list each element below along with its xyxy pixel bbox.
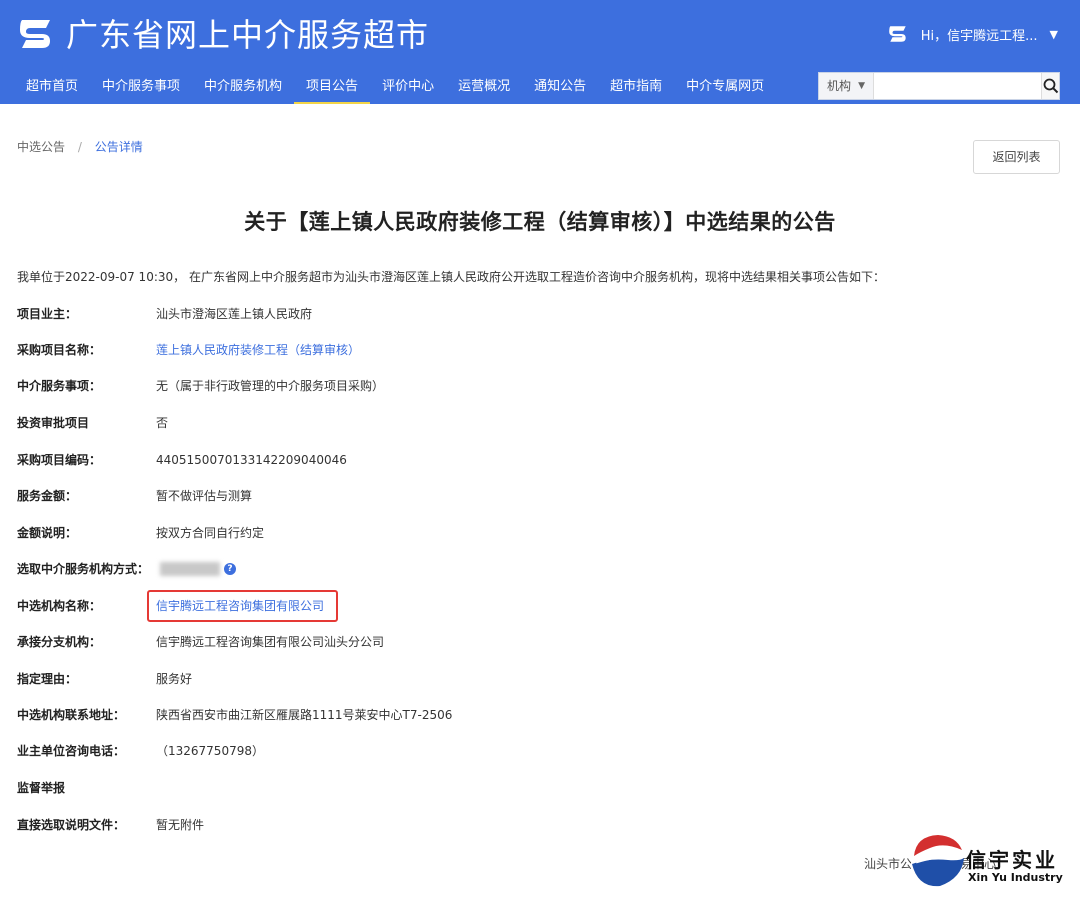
main-nav: 超市首页 中介服务事项 中介服务机构 项目公告 评价中心 运营概况 通知公告 超… <box>14 72 776 104</box>
chevron-down-icon[interactable]: ▼ <box>1050 28 1058 41</box>
field-label: 业主单位咨询电话： <box>17 744 126 758</box>
nav-item-agency-pages[interactable]: 中介专属网页 <box>674 72 776 104</box>
watermark-en: Xin Yu Industry <box>968 871 1063 884</box>
back-to-list-button[interactable]: 返回列表 <box>973 140 1060 174</box>
field-label: 采购项目编码： <box>17 453 102 467</box>
field-value: 汕头市澄海区莲上镇人民政府 <box>156 307 313 321</box>
nav-item-notices[interactable]: 通知公告 <box>522 72 598 104</box>
field-value: 陕西省西安市曲江新区雁展路1111号莱安中心T7-2506 <box>156 708 453 722</box>
watermark-logo-icon <box>911 835 964 887</box>
field-label: 中选机构名称： <box>17 599 102 613</box>
site-logo-icon[interactable] <box>16 14 56 54</box>
field-value: 暂不做评估与测算 <box>156 489 253 503</box>
field-value: 暂无附件 <box>156 818 205 832</box>
field-value: 按双方合同自行约定 <box>156 526 265 540</box>
nav-item-evaluation[interactable]: 评价中心 <box>370 72 446 104</box>
project-name-link[interactable]: 莲上镇人民政府装修工程（结算审核） <box>156 340 360 360</box>
field-label: 金额说明： <box>17 526 78 540</box>
breadcrumb-separator: / <box>77 140 82 154</box>
field-label: 项目业主： <box>17 307 78 321</box>
site-title[interactable]: 广东省网上中介服务超市 <box>66 14 429 56</box>
field-value: 否 <box>156 416 169 430</box>
nav-item-operations[interactable]: 运营概况 <box>446 72 522 104</box>
site-header: 广东省网上中介服务超市 Hi，信宇腾远工程... ▼ 超市首页 中介服务事项 中… <box>0 0 1080 104</box>
dropdown-arrow-icon: ▼ <box>858 81 866 91</box>
field-label: 中选机构联系地址： <box>17 708 126 722</box>
field-row-selection-method: 选取中介服务机构方式： ? <box>17 559 257 579</box>
page-title: 关于【莲上镇人民政府装修工程（结算审核）】中选结果的公告 <box>244 210 836 234</box>
redacted-value <box>160 562 220 576</box>
search-bar: 机构 ▼ <box>818 72 1060 100</box>
breadcrumb: 中选公告 / 公告详情 <box>17 138 143 155</box>
nav-item-guide[interactable]: 超市指南 <box>598 72 674 104</box>
watermark-cn: 信宇实业 <box>966 848 1058 872</box>
field-value: 无（属于非行政管理的中介服务项目采购） <box>156 379 385 393</box>
search-icon <box>1043 78 1058 94</box>
nav-item-agencies[interactable]: 中介服务机构 <box>192 72 294 104</box>
search-button[interactable] <box>1041 73 1059 99</box>
user-menu[interactable]: Hi，信宇腾远工程... ▼ <box>887 22 1058 46</box>
user-greeting[interactable]: Hi，信宇腾远工程... <box>921 25 1038 44</box>
field-value: 服务好 <box>156 672 193 686</box>
field-label: 直接选取说明文件： <box>17 818 126 832</box>
field-label: 指定理由： <box>17 672 78 686</box>
field-label: 选取中介服务机构方式： <box>17 562 150 576</box>
breadcrumb-current[interactable]: 公告详情 <box>95 140 143 154</box>
winner-highlight-box <box>147 590 338 622</box>
search-category-select[interactable]: 机构 ▼ <box>819 73 875 99</box>
field-label: 投资审批项目 <box>17 416 90 430</box>
search-category-value: 机构 <box>827 79 852 93</box>
field-value: 信宇腾远工程咨询集团有限公司汕头分公司 <box>156 635 385 649</box>
field-value: （13267750798） <box>156 744 264 758</box>
field-label: 采购项目名称： <box>17 343 102 357</box>
field-label: 中介服务事项： <box>17 379 102 393</box>
notice-intro: 我单位于2022-09-07 10:30， 在广东省网上中介服务超市为汕头市澄海… <box>17 270 885 284</box>
help-icon[interactable]: ? <box>224 563 236 575</box>
nav-item-announcements[interactable]: 项目公告 <box>294 72 371 104</box>
field-value: 440515007013314220904004​6 <box>156 453 347 467</box>
field-label: 监督举报 <box>17 781 66 795</box>
field-label: 承接分支机构： <box>17 635 102 649</box>
search-input[interactable] <box>874 73 1042 99</box>
nav-item-home[interactable]: 超市首页 <box>14 72 90 104</box>
watermark: 信宇实业 Xin Yu Industry <box>904 828 1072 894</box>
nav-item-services[interactable]: 中介服务事项 <box>90 72 192 104</box>
field-label: 服务金额： <box>17 489 78 503</box>
breadcrumb-parent[interactable]: 中选公告 <box>17 140 65 154</box>
user-logo-icon <box>888 26 906 42</box>
